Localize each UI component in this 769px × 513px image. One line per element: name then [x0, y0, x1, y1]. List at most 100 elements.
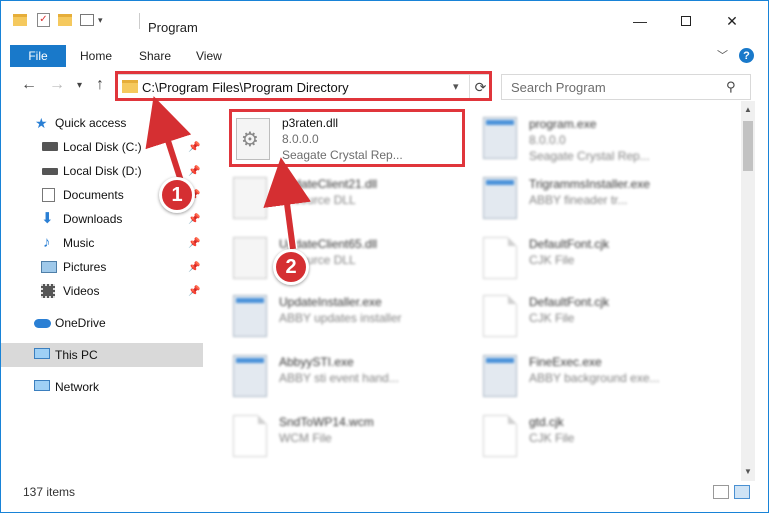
file-item[interactable]: UpdateClient65.dll Resource DLL — [229, 231, 479, 289]
sidebar-item-quick-access[interactable]: ★ Quick access — [1, 111, 203, 135]
file-name: program.exe — [529, 117, 597, 131]
maximize-button[interactable] — [663, 11, 709, 31]
tab-view[interactable]: View — [196, 49, 222, 63]
minimize-icon: — — [633, 13, 647, 29]
file-description: ABBY updates installer — [279, 311, 402, 325]
file-item[interactable]: UpdateClient21.dll Resource DLL — [229, 171, 479, 229]
sidebar-item-label: This PC — [55, 348, 98, 362]
pin-icon[interactable]: 📌 — [188, 262, 200, 273]
sidebar-item-network[interactable]: Network — [1, 375, 203, 399]
file-name: gtd.cjk — [529, 415, 564, 429]
sidebar-item-music[interactable]: ♪ Music 📌 — [1, 231, 203, 255]
file-type: CJK File — [529, 311, 575, 325]
file-item[interactable]: DefaultFont.cjk CJK File — [479, 231, 729, 289]
file-name: FineExec.exe — [529, 355, 602, 369]
sidebar-item-videos[interactable]: Videos 📌 — [1, 279, 203, 303]
scroll-down-icon[interactable]: ▼ — [744, 467, 752, 476]
tab-file[interactable]: File — [10, 45, 66, 67]
network-icon — [34, 380, 50, 391]
sidebar-item-label: Quick access — [55, 116, 127, 130]
step-badge-2: 2 — [273, 249, 309, 285]
dll-gear-icon — [233, 177, 267, 219]
sidebar-item-label: Network — [55, 380, 100, 394]
file-type: CJK File — [529, 431, 575, 445]
new-folder-icon[interactable] — [58, 14, 72, 26]
sidebar-item-label: Local Disk (D:) — [63, 164, 142, 178]
tab-share[interactable]: Share — [139, 49, 171, 63]
drive-icon — [42, 142, 58, 151]
help-icon[interactable]: ? — [739, 48, 754, 63]
videos-icon — [41, 284, 55, 298]
close-button[interactable]: ✕ — [709, 11, 755, 31]
file-description: ABBY background exe... — [529, 371, 660, 385]
recent-locations-icon[interactable]: ▾ — [77, 80, 82, 91]
vertical-scrollbar[interactable]: ▲ ▼ — [741, 101, 755, 481]
file-item-p3raten[interactable]: ⚙ p3raten.dll 8.0.0.0 Seagate Crystal Re… — [229, 109, 465, 167]
title-bar: ✓ ▾ Program — ✕ — [1, 1, 768, 39]
pin-icon[interactable]: 📌 — [188, 238, 200, 249]
details-view-icon[interactable] — [713, 485, 729, 499]
exe-icon — [483, 117, 517, 159]
document-icon — [483, 237, 517, 279]
pin-icon[interactable]: 📌 — [188, 214, 200, 225]
sidebar-item-this-pc[interactable]: This PC — [1, 343, 203, 367]
pictures-icon — [41, 261, 57, 273]
drive-icon — [42, 168, 58, 175]
file-list: ⚙ p3raten.dll 8.0.0.0 Seagate Crystal Re… — [207, 101, 741, 479]
search-input[interactable]: Search Program ⚲ — [501, 74, 751, 100]
pin-icon[interactable]: 📌 — [188, 286, 200, 297]
computer-icon — [34, 348, 50, 359]
collapse-ribbon-icon[interactable]: ﹀ — [717, 47, 728, 63]
sidebar-item-label: Downloads — [63, 212, 123, 226]
navigation-pane: ★ Quick access Local Disk (C:) 📌 Local D… — [1, 109, 207, 475]
downloads-icon: ⬇ — [41, 210, 54, 227]
file-version: 8.0.0.0 — [529, 133, 566, 147]
exe-icon — [233, 295, 267, 337]
search-icon: ⚲ — [726, 79, 736, 94]
back-button[interactable]: ← — [21, 76, 37, 94]
file-name: UpdateClient21.dll — [279, 177, 378, 191]
file-item[interactable]: gtd.cjk CJK File — [479, 409, 729, 467]
file-type: WCM File — [279, 431, 332, 445]
search-placeholder: Search Program — [511, 80, 606, 95]
file-name: DefaultFont.cjk — [529, 295, 610, 309]
file-version: 8.0.0.0 — [282, 132, 319, 146]
file-item[interactable]: AbbyySTI.exe ABBY sti event hand... — [229, 349, 479, 407]
maximize-icon — [681, 16, 691, 26]
pin-icon[interactable]: 📌 — [188, 142, 200, 153]
file-item[interactable]: TrigrammsInstaller.exe ABBY fineader tr.… — [479, 171, 729, 229]
documents-icon — [42, 188, 55, 202]
pin-icon[interactable]: 📌 — [188, 166, 200, 177]
document-icon — [233, 415, 267, 457]
file-item[interactable]: UpdateInstaller.exe ABBY updates install… — [229, 289, 479, 347]
star-icon: ★ — [35, 115, 48, 131]
sidebar-item-local-disk-c[interactable]: Local Disk (C:) 📌 — [1, 135, 203, 159]
up-button[interactable]: ↑ — [96, 76, 104, 94]
file-item[interactable]: FineExec.exe ABBY background exe... — [479, 349, 729, 407]
folder-icon — [13, 14, 27, 26]
quick-access-toolbar: ✓ ▾ — [13, 11, 103, 29]
scroll-up-icon[interactable]: ▲ — [744, 105, 752, 114]
explorer-window: ✓ ▾ Program — ✕ File Home Share View ﹀ ?… — [0, 0, 769, 513]
file-item[interactable]: DefaultFont.cjk CJK File — [479, 289, 729, 347]
sidebar-item-pictures[interactable]: Pictures 📌 — [1, 255, 203, 279]
sidebar-item-label: Videos — [63, 284, 100, 298]
dll-gear-icon: ⚙ — [236, 118, 270, 160]
document-icon — [483, 415, 517, 457]
file-name: UpdateInstaller.exe — [279, 295, 382, 309]
file-item[interactable]: SndToWP14.wcm WCM File — [229, 409, 479, 467]
exe-icon — [233, 355, 267, 397]
sidebar-item-onedrive[interactable]: OneDrive — [1, 311, 203, 335]
forward-button[interactable]: → — [49, 76, 65, 94]
properties-icon[interactable]: ✓ — [37, 13, 50, 27]
file-item[interactable]: program.exe 8.0.0.0 Seagate Crystal Rep.… — [479, 111, 729, 169]
scroll-thumb[interactable] — [743, 121, 753, 171]
chevron-down-icon[interactable]: ▾ — [98, 15, 103, 26]
customize-toolbar-icon[interactable] — [80, 14, 94, 26]
sidebar-item-label: Local Disk (C:) — [63, 140, 142, 154]
title-divider — [139, 13, 140, 29]
file-name: p3raten.dll — [282, 116, 339, 130]
minimize-button[interactable]: — — [617, 11, 663, 31]
large-icons-view-icon[interactable] — [734, 485, 750, 499]
tab-home[interactable]: Home — [80, 49, 112, 63]
